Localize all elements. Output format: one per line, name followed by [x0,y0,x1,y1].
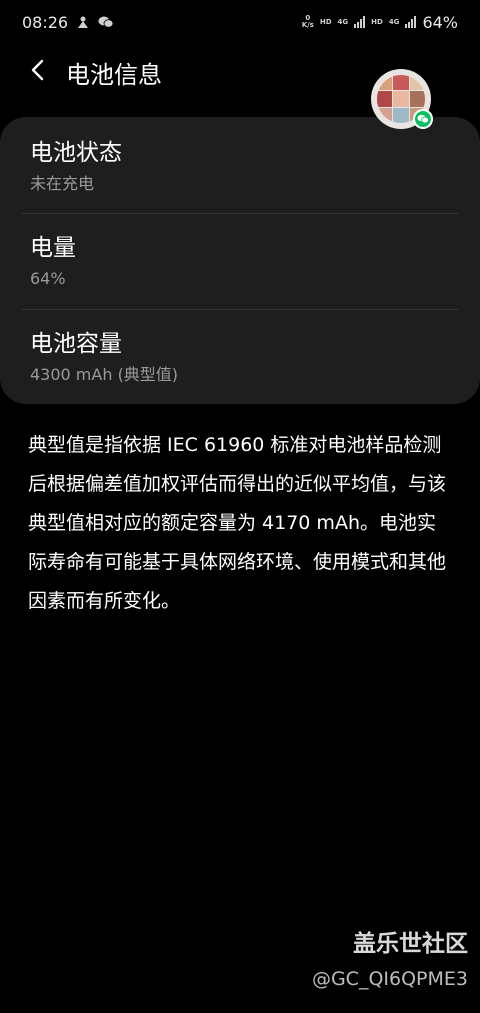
hd-indicator-2: HD [371,17,383,26]
battery-level-item: 电量 64% [30,234,458,290]
network-type-2: 4G [388,17,400,26]
wechat-icon [98,15,114,29]
battery-level-value: 64% [30,269,66,288]
battery-info-card: 电池状态 未在充电 电量 64% 电池容量 4300 mAh (典型值) [0,117,480,404]
signal-strength-icon-2 [405,16,417,28]
wechat-badge-icon [413,109,433,129]
status-bar: 08:26 0 K/s HD 4G HD 4G 64% [0,0,480,44]
watermark: 盖乐世社区 @GC_QI6QPME3 [312,929,468,993]
network-speed: 0 K/s [301,14,314,29]
network-type-1: 4G [337,17,349,26]
battery-capacity-item: 电池容量 4300 mAh (典型值) [30,330,458,386]
chevron-left-icon [29,59,47,85]
divider [22,213,458,214]
battery-description: 典型值是指依据 IEC 61960 标准对电池样品检测后根据偏差值加权评估而得出… [28,434,447,612]
back-button[interactable] [18,52,58,92]
watermark-brand: 盖乐世社区 [353,931,468,957]
signal-strength-icon [354,16,366,28]
divider [22,309,458,310]
status-time: 08:26 [22,12,69,32]
battery-capacity-value: 4300 mAh (典型值) [30,365,179,384]
battery-status-title: 电池状态 [30,140,122,166]
battery-level-title: 电量 [30,235,76,261]
watermark-handle: @GC_QI6QPME3 [311,968,468,990]
page-title: 电池信息 [66,60,162,89]
battery-capacity-title: 电池容量 [30,331,122,357]
wechat-floating-avatar[interactable] [371,69,433,129]
hd-indicator-1: HD [319,17,332,26]
battery-percent: 64% [422,12,458,32]
battery-status-value: 未在充电 [30,174,95,193]
battery-status-item: 电池状态 未在充电 [30,139,458,195]
status-right: 0 K/s HD 4G HD 4G 64% [302,13,458,32]
status-left: 08:26 [22,13,114,32]
app-notification-icon [76,15,90,29]
